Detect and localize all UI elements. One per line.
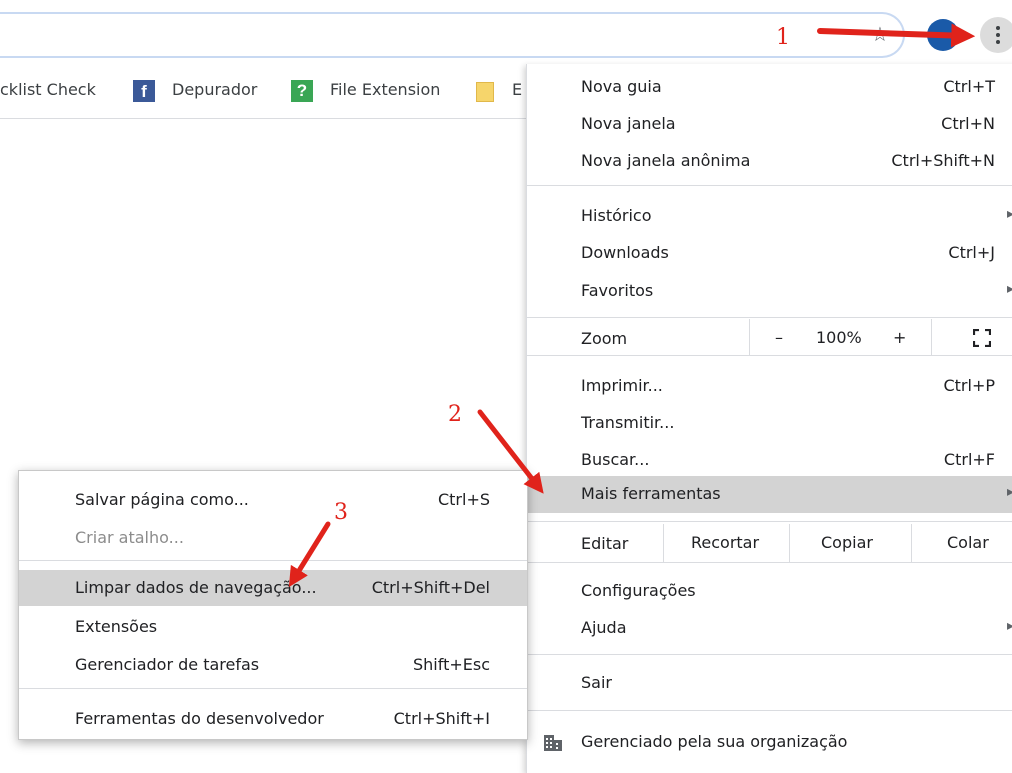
arrow-step-2 (477, 409, 544, 494)
arrow-step-3 (288, 521, 331, 588)
annotation-number-1: 1 (776, 25, 790, 50)
annotation-arrows (288, 23, 976, 588)
arrow-step-1 (817, 23, 976, 48)
annotation-number-3: 3 (334, 500, 348, 525)
annotation-number-2: 2 (448, 402, 462, 427)
